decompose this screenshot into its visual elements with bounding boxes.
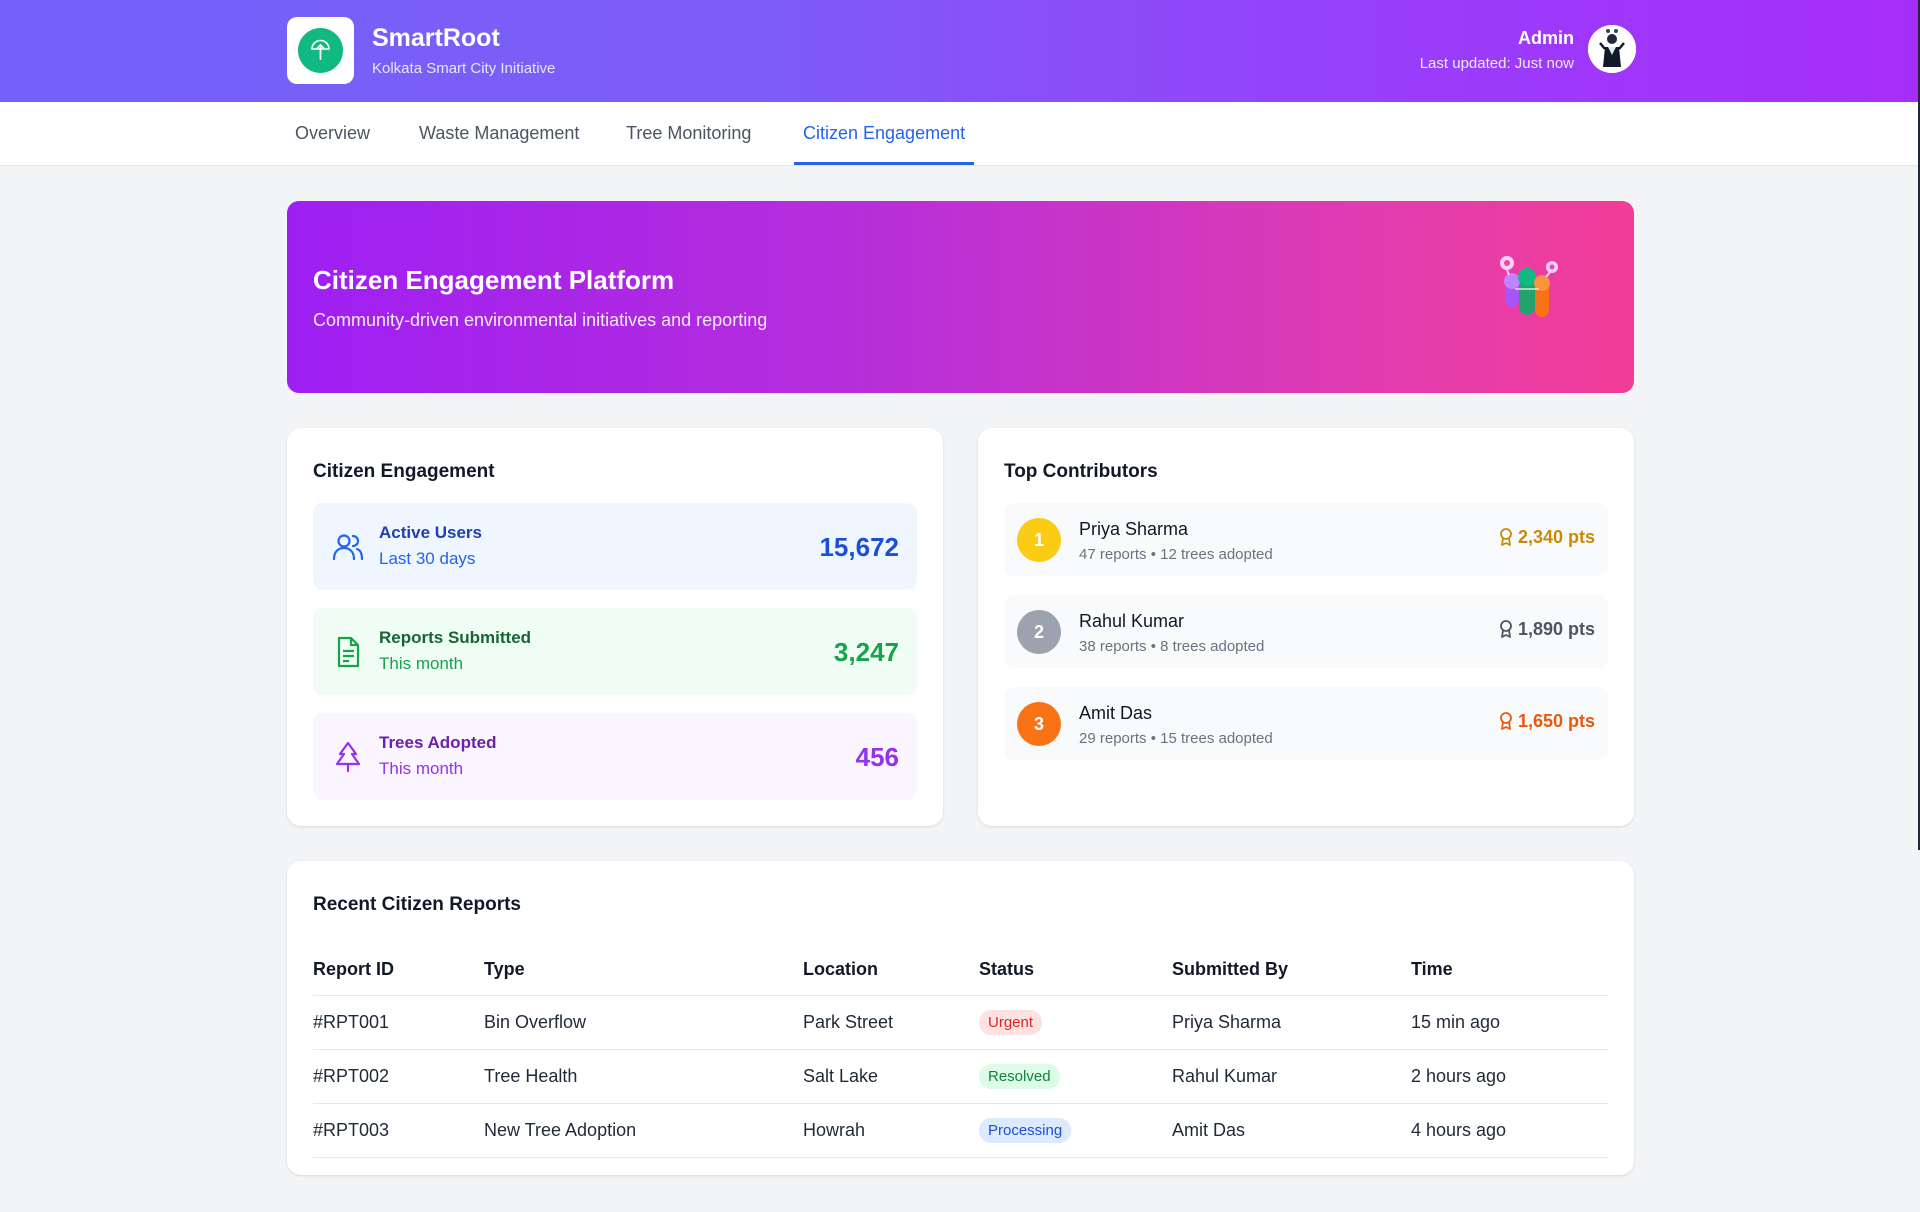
points-value: 1,890 pts xyxy=(1517,619,1595,639)
report-status-cell: Resolved xyxy=(979,1049,1172,1104)
rank-badge: 1 xyxy=(1017,518,1061,562)
hero-title: Citizen Engagement Platform xyxy=(313,265,675,295)
stat-sub: This month xyxy=(379,654,464,673)
contributors-card: Top Contributors 1 Priya Sharma 47 repor… xyxy=(978,428,1634,826)
rank-badge: 2 xyxy=(1017,610,1061,654)
contributor-meta: 38 reports • 8 trees adopted xyxy=(1079,638,1265,655)
reports-title: Recent Citizen Reports xyxy=(313,894,521,915)
report-location: Salt Lake xyxy=(803,1049,979,1104)
stat-value: 456 xyxy=(855,742,899,772)
column-header[interactable]: Location xyxy=(803,943,979,996)
medal-icon xyxy=(1500,528,1512,546)
user-name: Admin xyxy=(1518,28,1574,48)
tab-citizen-engagement[interactable]: Citizen Engagement xyxy=(794,102,975,165)
table-row[interactable]: #RPT001 Bin Overflow Park Street Urgent … xyxy=(313,995,1608,1050)
column-header[interactable]: Report ID xyxy=(313,943,484,996)
column-header[interactable]: Submitted By xyxy=(1172,943,1411,996)
contributor-name: Amit Das xyxy=(1079,703,1153,723)
stat-sub: Last 30 days xyxy=(379,549,476,568)
reports-card: Recent Citizen Reports Report ID Type Lo… xyxy=(287,861,1634,1175)
stat-value: 3,247 xyxy=(833,637,899,667)
contributors-title: Top Contributors xyxy=(1004,461,1158,482)
nav-tabs: Overview Waste Management Tree Monitorin… xyxy=(0,102,1920,166)
tab-tree-monitoring[interactable]: Tree Monitoring xyxy=(617,102,760,165)
report-type: Bin Overflow xyxy=(484,995,803,1050)
report-type: New Tree Adoption xyxy=(484,1103,803,1158)
hero-subtitle: Community-driven environmental initiativ… xyxy=(313,310,768,330)
app-logo[interactable] xyxy=(287,17,354,84)
app-name: SmartRoot xyxy=(372,24,500,52)
report-location: Howrah xyxy=(803,1103,979,1158)
report-id: #RPT001 xyxy=(313,995,484,1050)
report-time: 15 min ago xyxy=(1411,995,1608,1050)
rank-badge: 3 xyxy=(1017,702,1061,746)
tab-waste-management[interactable]: Waste Management xyxy=(410,102,588,165)
medal-icon xyxy=(1500,712,1512,730)
report-submitted-by: Priya Sharma xyxy=(1172,995,1411,1050)
contributor-meta: 29 reports • 15 trees adopted xyxy=(1079,730,1273,747)
status-badge: Urgent xyxy=(979,1010,1043,1035)
document-icon xyxy=(337,636,360,668)
column-header[interactable]: Type xyxy=(484,943,803,996)
medal-icon xyxy=(1500,620,1512,638)
users-icon xyxy=(332,534,364,561)
reports-table: Report ID Type Location Status Submitted… xyxy=(313,943,1608,1158)
tree-icon xyxy=(335,741,361,773)
stat-value: 15,672 xyxy=(819,532,899,562)
report-submitted-by: Amit Das xyxy=(1172,1103,1411,1158)
top-header: SmartRoot Kolkata Smart City Initiative … xyxy=(0,0,1920,102)
contributor-name: Priya Sharma xyxy=(1079,519,1189,539)
engagement-card: Citizen Engagement Active Users Last 30 … xyxy=(287,428,943,826)
report-time: 2 hours ago xyxy=(1411,1049,1608,1104)
stat-sub: This month xyxy=(379,759,464,778)
contributor-meta: 47 reports • 12 trees adopted xyxy=(1079,546,1273,563)
report-status-cell: Urgent xyxy=(979,995,1172,1050)
hero-banner: Citizen Engagement Platform Community-dr… xyxy=(287,201,1634,393)
tree-logo-icon xyxy=(298,28,343,73)
stat-label: Reports Submitted xyxy=(379,628,532,647)
report-id: #RPT002 xyxy=(313,1049,484,1104)
report-id: #RPT003 xyxy=(313,1103,484,1158)
stat-trees-adopted: Trees Adopted This month 456 xyxy=(313,713,917,800)
stat-label: Trees Adopted xyxy=(379,733,497,752)
stat-reports-submitted: Reports Submitted This month 3,247 xyxy=(313,608,917,695)
contributor-points: 1,650 pts xyxy=(1499,711,1595,732)
contributor-row[interactable]: 2 Rahul Kumar 38 reports • 8 trees adopt… xyxy=(1004,595,1608,668)
contributor-name: Rahul Kumar xyxy=(1079,611,1185,631)
status-badge: Resolved xyxy=(979,1064,1060,1089)
stat-active-users: Active Users Last 30 days 15,672 xyxy=(313,503,917,590)
contributor-points: 1,890 pts xyxy=(1499,619,1595,640)
avatar-figure-icon xyxy=(1588,25,1636,73)
contributor-row[interactable]: 1 Priya Sharma 47 reports • 12 trees ado… xyxy=(1004,503,1608,576)
status-badge: Processing xyxy=(979,1118,1072,1143)
report-location: Park Street xyxy=(803,995,979,1050)
table-row[interactable]: #RPT002 Tree Health Salt Lake Resolved R… xyxy=(313,1049,1608,1104)
engagement-title: Citizen Engagement xyxy=(313,461,495,482)
stat-label: Active Users xyxy=(379,523,483,542)
app-subtitle: Kolkata Smart City Initiative xyxy=(372,60,556,77)
table-row[interactable]: #RPT003 New Tree Adoption Howrah Process… xyxy=(313,1103,1608,1158)
points-value: 2,340 pts xyxy=(1517,527,1595,547)
report-time: 4 hours ago xyxy=(1411,1103,1608,1158)
last-updated: Last updated: Just now xyxy=(1419,55,1574,72)
contributor-points: 2,340 pts xyxy=(1499,527,1595,548)
contributor-row[interactable]: 3 Amit Das 29 reports • 15 trees adopted… xyxy=(1004,687,1608,760)
report-status-cell: Processing xyxy=(979,1103,1172,1158)
community-people-icon xyxy=(1500,256,1558,317)
tab-overview[interactable]: Overview xyxy=(286,102,379,165)
column-header[interactable]: Status xyxy=(979,943,1172,996)
table-header-row: Report ID Type Location Status Submitted… xyxy=(313,943,1608,996)
points-value: 1,650 pts xyxy=(1517,711,1595,731)
report-submitted-by: Rahul Kumar xyxy=(1172,1049,1411,1104)
user-avatar[interactable] xyxy=(1588,25,1636,73)
report-type: Tree Health xyxy=(484,1049,803,1104)
column-header[interactable]: Time xyxy=(1411,943,1608,996)
